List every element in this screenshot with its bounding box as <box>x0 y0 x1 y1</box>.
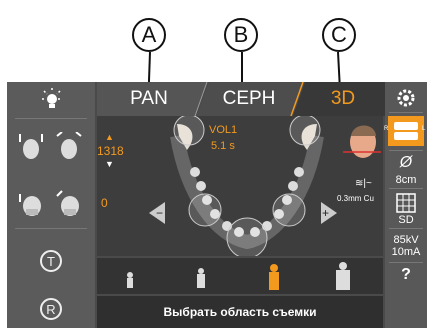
r-button[interactable]: R <box>40 298 62 320</box>
status-text: Выбрать область съемки <box>163 305 317 319</box>
left-divider <box>15 228 87 229</box>
patient-head-icon <box>343 125 381 158</box>
right-divider <box>389 188 423 189</box>
patient-size-selector <box>97 258 383 294</box>
exposure-time: 5.1 s <box>211 140 235 152</box>
right-divider <box>389 262 423 263</box>
ma-value[interactable]: 10mA <box>385 246 427 258</box>
offset-value: 0 <box>101 196 108 210</box>
teeth-icon <box>394 122 418 140</box>
volume-label: VOL1 <box>209 124 238 136</box>
jaw-left-label: L <box>422 126 426 132</box>
up-arrow-icon[interactable]: ▲ <box>105 132 114 142</box>
head-tilt-icon[interactable] <box>55 132 83 162</box>
resolution-value: SD <box>398 214 414 226</box>
down-arrow-icon[interactable]: ▼ <box>105 159 114 169</box>
right-divider <box>389 112 423 113</box>
right-divider <box>389 150 423 151</box>
filter-icon: ≋|~ <box>355 178 372 189</box>
patient-large-icon[interactable] <box>335 262 351 290</box>
mode-tabs: PAN CEPH 3D <box>97 82 385 116</box>
filter-label: 0.3mm Cu <box>337 194 374 203</box>
callout-b: B <box>224 18 258 52</box>
jaw-selector[interactable] <box>388 116 424 146</box>
status-bar: Выбрать область съемки <box>97 296 383 328</box>
patient-child-icon[interactable] <box>195 268 207 288</box>
help-button[interactable]: ? <box>385 266 427 284</box>
resolution-grid-icon[interactable] <box>396 193 416 213</box>
jaw-right-label: R <box>384 126 389 132</box>
plus-label: + <box>322 206 330 220</box>
callout-a: A <box>132 18 166 52</box>
patient-child-small-icon[interactable] <box>125 272 135 288</box>
settings-gear-icon[interactable] <box>396 88 416 108</box>
tab-3d[interactable]: 3D <box>303 82 383 116</box>
right-panel: R L Ø 8cm SD 85kV 10mA ? <box>384 82 427 328</box>
tab-ceph[interactable]: CEPH <box>203 82 295 116</box>
diameter-value: 8cm <box>395 174 417 186</box>
jaw-arch-diagram <box>170 116 324 256</box>
height-value: 1318 <box>97 144 124 158</box>
patient-adult-icon[interactable] <box>267 264 281 290</box>
callout-c: C <box>322 18 356 52</box>
main-view: ▲ 1318 ▼ 0 VOL1 5.1 s ≋|~ 0.3mm Cu − + <box>97 116 383 256</box>
device-screen: T R PAN CEPH 3D ▲ 1318 ▼ 0 VOL1 5.1 s ≋|… <box>7 82 427 328</box>
head-front-icon[interactable] <box>17 132 45 162</box>
light-icon[interactable] <box>40 88 64 110</box>
head-side-tilt-icon[interactable] <box>55 190 83 220</box>
t-button[interactable]: T <box>40 250 62 272</box>
kv-value[interactable]: 85kV <box>385 234 427 246</box>
diameter-icon[interactable]: Ø <box>385 154 427 172</box>
minus-label: − <box>155 206 163 220</box>
left-panel: T R <box>7 82 95 328</box>
tab-pan[interactable]: PAN <box>107 82 191 116</box>
left-divider <box>15 118 87 119</box>
right-divider <box>389 228 423 229</box>
head-side-icon[interactable] <box>17 190 45 220</box>
